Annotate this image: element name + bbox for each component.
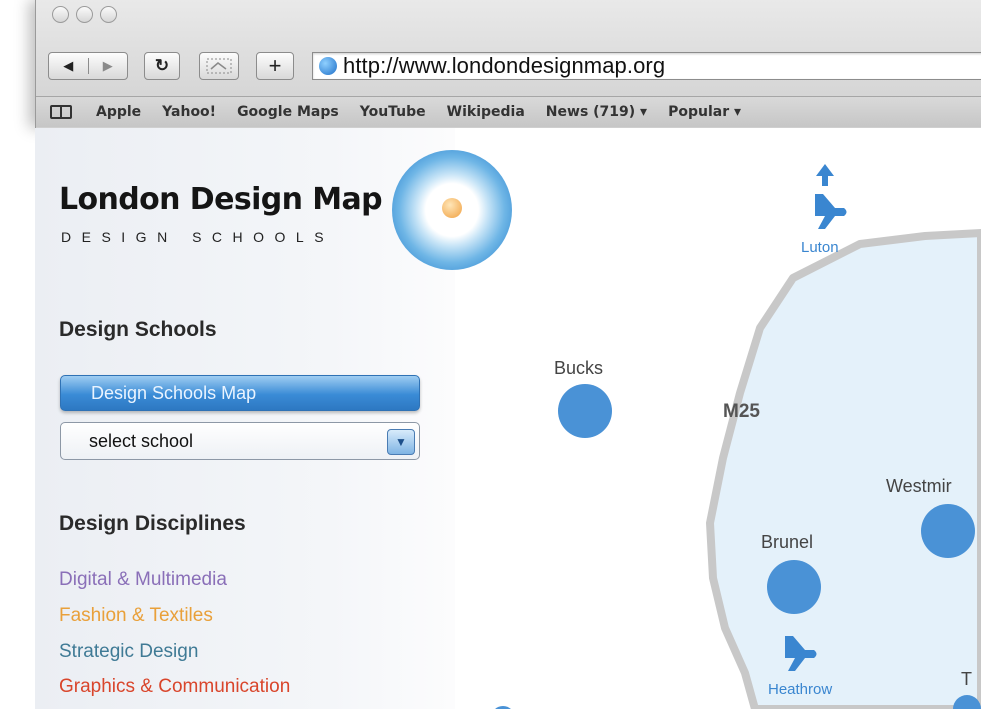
london-area: [706, 229, 981, 709]
school-label-westminster[interactable]: Westmir: [886, 476, 952, 497]
minimize-window-button[interactable]: [76, 6, 93, 23]
select-school-value: select school: [89, 430, 194, 451]
chevron-down-icon[interactable]: ▼: [387, 429, 415, 455]
map-background: [495, 164, 981, 709]
design-schools-map[interactable]: Luton Heathrow M25 Bucks Brunel Westmir …: [455, 128, 981, 709]
bookmark-wikipedia[interactable]: Wikipedia: [447, 104, 525, 120]
window-controls: [52, 6, 117, 23]
navigation-toolbar: ◀ ▶ ↻ + http://www.londondesignmap.org: [36, 52, 981, 82]
snapback-icon: [206, 58, 232, 74]
school-marker-westminster[interactable]: [921, 504, 975, 558]
zoom-window-button[interactable]: [100, 6, 117, 23]
book-icon[interactable]: [50, 105, 72, 119]
plus-icon: +: [268, 53, 282, 78]
address-bar[interactable]: http://www.londondesignmap.org: [312, 52, 981, 80]
bookmark-apple[interactable]: Apple: [96, 104, 141, 120]
forward-button[interactable]: ▶: [87, 58, 128, 74]
luton-airport-icon: [815, 164, 847, 229]
discipline-fashion-textiles[interactable]: Fashion & Textiles: [59, 605, 213, 627]
reload-icon: ↻: [154, 56, 170, 75]
school-label-brunel[interactable]: Brunel: [761, 532, 813, 553]
site-title[interactable]: London Design Map: [59, 182, 383, 217]
bookmark-youtube[interactable]: YouTube: [360, 104, 426, 120]
web-page: London Design Map DESIGN SCHOOLS Design …: [35, 128, 981, 709]
browser-chrome: ◀ ▶ ↻ + http://www.londondesignmap.org A…: [35, 0, 981, 128]
back-button[interactable]: ◀: [49, 58, 88, 74]
discipline-digital-multimedia[interactable]: Digital & Multimedia: [59, 569, 227, 591]
school-label-t[interactable]: T: [961, 669, 972, 690]
airport-label-luton[interactable]: Luton: [801, 239, 839, 256]
snapback-button[interactable]: [199, 52, 239, 80]
site-subtitle: DESIGN SCHOOLS: [61, 229, 335, 245]
school-label-bucks[interactable]: Bucks: [554, 358, 603, 379]
road-label-m25: M25: [723, 401, 760, 422]
close-window-button[interactable]: [52, 6, 69, 23]
add-bookmark-button[interactable]: +: [256, 52, 294, 80]
discipline-strategic-design[interactable]: Strategic Design: [59, 641, 198, 663]
design-disciplines-heading: Design Disciplines: [59, 512, 246, 535]
bookmarks-bar: Apple Yahoo! Google Maps YouTube Wikiped…: [36, 96, 981, 127]
globe-icon: [319, 57, 337, 75]
airport-label-heathrow[interactable]: Heathrow: [768, 681, 832, 698]
sidebar: London Design Map DESIGN SCHOOLS Design …: [35, 128, 512, 709]
bookmark-popular-menu[interactable]: Popular ▾: [668, 104, 741, 120]
select-school-dropdown[interactable]: select school ▼: [60, 422, 420, 460]
school-marker-bucks[interactable]: [558, 384, 612, 438]
reload-button[interactable]: ↻: [144, 52, 180, 80]
bookmark-google-maps[interactable]: Google Maps: [237, 104, 339, 120]
back-forward-buttons: ◀ ▶: [48, 52, 128, 80]
school-marker-brunel[interactable]: [767, 560, 821, 614]
bookmark-news-menu[interactable]: News (719) ▾: [546, 104, 647, 120]
url-text: http://www.londondesignmap.org: [343, 53, 666, 78]
bookmark-yahoo[interactable]: Yahoo!: [162, 104, 216, 120]
design-schools-map-button[interactable]: Design Schools Map: [60, 375, 420, 411]
design-schools-heading: Design Schools: [59, 318, 217, 341]
discipline-graphics-communication[interactable]: Graphics & Communication: [59, 676, 290, 698]
